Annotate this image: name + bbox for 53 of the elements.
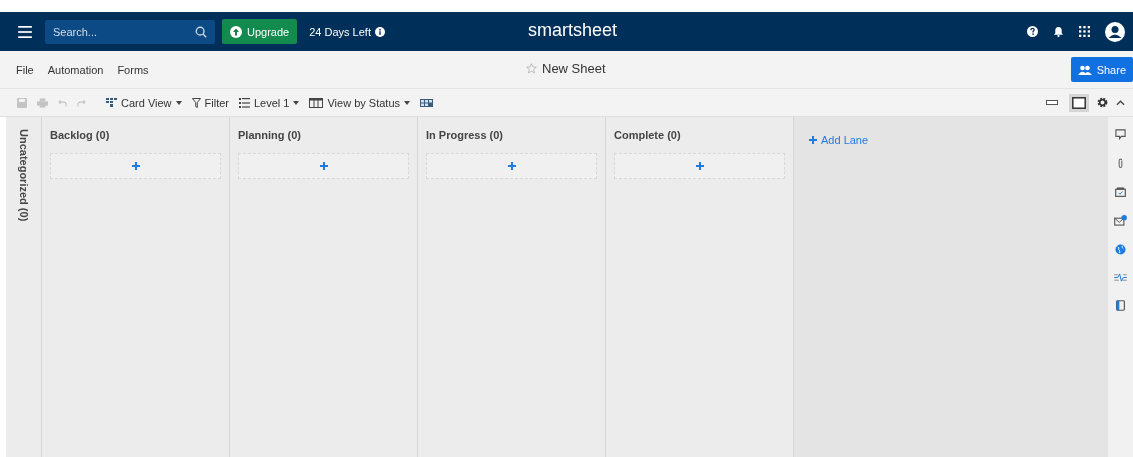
star-icon[interactable] [526, 63, 537, 74]
lane-title: In Progress (0) [426, 129, 505, 141]
level-dropdown[interactable]: Level 1 [239, 96, 300, 109]
card-layout-icon[interactable] [420, 98, 434, 107]
lane-title: Uncategorized (0) [17, 129, 30, 222]
compact-card-icon [1046, 99, 1058, 106]
lane-title: Complete (0) [614, 129, 682, 141]
apps-grid-icon[interactable] [1079, 26, 1090, 37]
search-icon[interactable] [195, 25, 207, 38]
menu-item[interactable]: Automation [47, 63, 104, 76]
activity-icon[interactable] [1114, 273, 1127, 282]
sheet-title: New Sheet [542, 61, 606, 76]
settings-icon[interactable] [1097, 97, 1108, 108]
collapse-icon[interactable] [1116, 99, 1125, 106]
columns-icon [309, 97, 324, 108]
plus-icon [131, 162, 140, 170]
panel-icon[interactable] [1116, 300, 1125, 311]
logo-text: smartsheet [528, 20, 618, 41]
info-icon[interactable] [374, 26, 385, 37]
list-icon [239, 97, 250, 108]
trial-days-text: 24 Days Left [309, 25, 371, 38]
globe-icon[interactable] [1115, 244, 1126, 255]
plus-icon [319, 162, 328, 170]
share-button[interactable]: Share [1070, 57, 1133, 82]
upload-arrow-icon [230, 25, 242, 38]
full-card-icon [1072, 96, 1086, 109]
search-field[interactable]: Search... [45, 19, 215, 44]
card-view-dropdown[interactable]: Card View [106, 96, 182, 109]
caret-icon [175, 100, 182, 105]
avatar-icon[interactable] [1105, 21, 1125, 42]
menu-item[interactable]: Forms [117, 63, 149, 76]
caret-icon [404, 100, 411, 105]
comment-icon[interactable] [1115, 129, 1126, 140]
filter-button[interactable]: Filter [191, 96, 229, 109]
menu-item[interactable]: File [16, 63, 34, 76]
menu-icon[interactable] [18, 25, 32, 38]
upgrade-button[interactable]: Upgrade [222, 19, 298, 44]
caret-icon [293, 100, 300, 105]
group-by-dropdown[interactable]: View by Status [309, 96, 411, 109]
cards-icon [106, 98, 117, 107]
plus-icon [695, 162, 704, 170]
bell-icon[interactable] [1053, 26, 1064, 37]
plus-icon [507, 162, 516, 170]
paperclip-icon[interactable] [1117, 158, 1124, 169]
full-cards-button[interactable] [1069, 93, 1089, 112]
lane-title: Planning (0) [238, 129, 302, 141]
lane-title: Backlog (0) [50, 129, 111, 141]
filter-icon [191, 97, 201, 108]
people-icon [1077, 64, 1092, 75]
envelope-badge-icon[interactable] [1114, 215, 1127, 226]
help-icon[interactable] [1027, 26, 1038, 37]
plus-icon [809, 136, 817, 144]
tray-icon[interactable] [1115, 187, 1126, 197]
